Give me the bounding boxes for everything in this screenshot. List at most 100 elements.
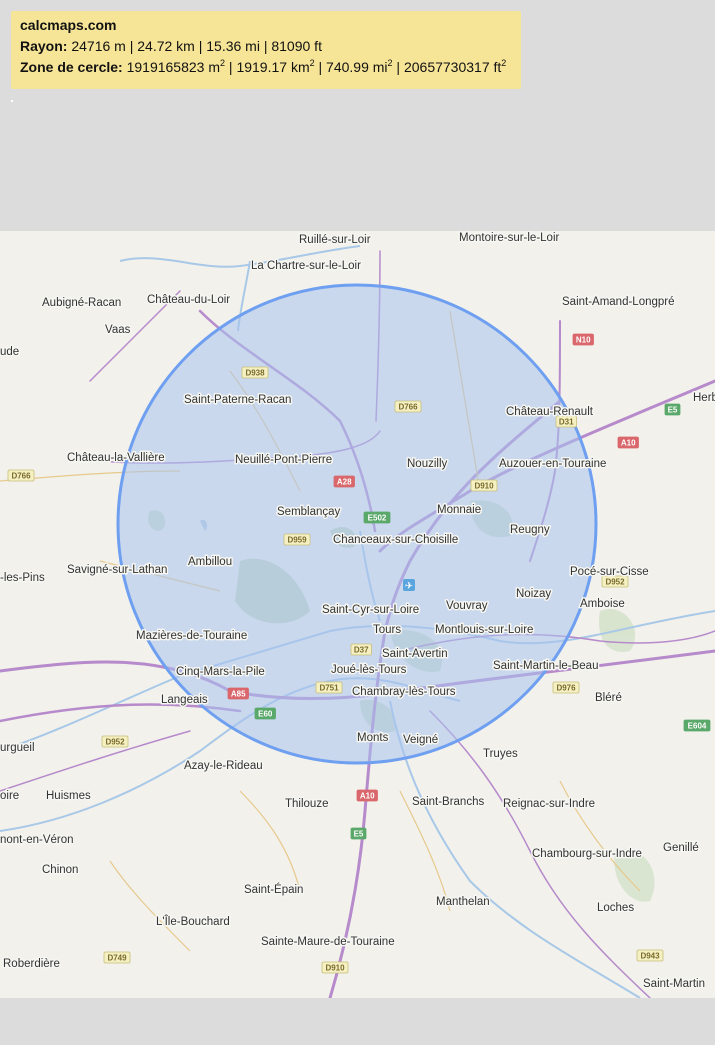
- road-badge-label: D952: [605, 578, 625, 587]
- town-label: L'Île-Bouchard: [156, 915, 230, 928]
- town-label: Manthelan: [436, 896, 490, 908]
- marker-dot: [11, 100, 13, 102]
- area-km2: | 1919.17 km: [225, 59, 310, 75]
- road-badge: D910: [470, 479, 498, 492]
- road-badge: D976: [552, 681, 580, 694]
- road-badge: E60: [254, 707, 276, 720]
- town-label: ude: [0, 346, 19, 358]
- town-label: Sainte-Maure-de-Touraine: [261, 936, 395, 948]
- town-label: Chinon: [42, 864, 78, 876]
- map-view[interactable]: ✈ D938 D766 N10 E5 D31 A10 D766 A28 D910 E502 D959…: [0, 231, 715, 998]
- town-label: Monnaie: [437, 504, 481, 516]
- road-badge-label: E604: [688, 722, 707, 731]
- road-badge: D938: [241, 366, 269, 379]
- site-name: calcmaps.com: [20, 17, 117, 33]
- road-badge: D766: [7, 469, 35, 482]
- town-label: Monts: [357, 732, 389, 744]
- road-badge: A10: [617, 436, 639, 449]
- radius-value: 24716 m | 24.72 km | 15.36 mi | 81090 ft: [67, 38, 322, 54]
- road-badge: N10: [572, 333, 594, 346]
- town-label: nont-en-Véron: [0, 834, 74, 846]
- road-badge-label: D938: [245, 369, 265, 378]
- town-label: Château-du-Loir: [147, 294, 230, 306]
- road-badge-label: A85: [231, 690, 246, 699]
- area-line: Zone de cercle: 1919165823 m 2 | 1919.17 …: [20, 57, 512, 78]
- info-panel: calcmaps.com Rayon: 24716 m | 24.72 km |…: [11, 11, 521, 89]
- svg-text:✈: ✈: [405, 581, 413, 592]
- road-badge: D37: [350, 643, 372, 656]
- town-label: Saint-Branchs: [412, 796, 484, 808]
- town-label: Montlouis-sur-Loire: [435, 624, 533, 636]
- road-badge-label: D751: [319, 684, 339, 693]
- road-badge: D751: [315, 681, 343, 694]
- town-label: Herb: [693, 392, 715, 404]
- area-ft2: | 20657730317 ft: [392, 59, 502, 75]
- road-badge-label: D952: [105, 738, 125, 747]
- town-label: Truyes: [483, 748, 518, 760]
- road-badge: A28: [333, 475, 355, 488]
- town-label: Saint-Épain: [244, 883, 303, 896]
- road-badge: D952: [101, 735, 129, 748]
- town-label: Chanceaux-sur-Choisille: [333, 534, 458, 546]
- town-label: Veigné: [403, 734, 438, 746]
- road-badge: D766: [394, 400, 422, 413]
- road-badge: D910: [321, 961, 349, 974]
- town-label: -les-Pins: [0, 572, 45, 584]
- road-badge-label: A10: [621, 439, 636, 448]
- road-badge: E502: [363, 511, 391, 524]
- road-badge-label: E60: [258, 710, 273, 719]
- town-label: Semblançay: [277, 506, 341, 518]
- road-badge-label: A10: [360, 792, 375, 801]
- town-label: Bléré: [595, 692, 622, 704]
- road-badge: A85: [227, 687, 249, 700]
- town-label: Château-la-Vallière: [67, 452, 165, 464]
- town-label: Noizay: [516, 588, 551, 600]
- town-label: Langeais: [161, 694, 208, 706]
- town-label: Saint-Amand-Longpré: [562, 296, 675, 308]
- area-label: Zone de cercle:: [20, 59, 123, 75]
- town-label: Amboise: [580, 598, 625, 610]
- road-badge-label: D766: [398, 403, 418, 412]
- town-label: Aubigné-Racan: [42, 297, 121, 309]
- town-label: Thilouze: [285, 798, 328, 810]
- town-label: Cinq-Mars-la-Pile: [176, 666, 265, 678]
- town-label: oire: [0, 790, 19, 802]
- town-label: Huismes: [46, 790, 91, 802]
- town-label: Saint-Paterne-Racan: [184, 394, 291, 406]
- town-label: Pocé-sur-Cisse: [570, 566, 649, 578]
- road-badge-label: E502: [368, 514, 387, 523]
- town-label: Vaas: [105, 324, 131, 336]
- town-label: Savigné-sur-Lathan: [67, 564, 167, 576]
- radius-line: Rayon: 24716 m | 24.72 km | 15.36 mi | 8…: [20, 36, 512, 57]
- road-badge-label: D910: [325, 964, 345, 973]
- road-badge: E5: [350, 827, 367, 840]
- town-label: Château-Renault: [506, 406, 594, 418]
- town-label: Reugny: [510, 524, 550, 536]
- map-canvas[interactable]: ✈ D938 D766 N10 E5 D31 A10 D766 A28 D910 E502 D959…: [0, 231, 715, 998]
- town-label: Saint-Cyr-sur-Loire: [322, 604, 419, 616]
- road-badge: E604: [683, 719, 711, 732]
- town-label: Nouzilly: [407, 458, 448, 470]
- town-label: Loches: [597, 902, 634, 914]
- town-label: Montoire-sur-le-Loir: [459, 232, 560, 244]
- area-m2: 1919165823 m: [122, 59, 221, 75]
- town-label: Ambillou: [188, 556, 232, 568]
- town-label: urgueil: [0, 742, 35, 754]
- airport-icon: ✈: [403, 579, 415, 592]
- road-badge: D959: [283, 533, 311, 546]
- road-badge: A10: [356, 789, 378, 802]
- town-label: Saint-Avertin: [382, 648, 448, 660]
- road-badge-label: E5: [354, 830, 364, 839]
- town-label: Genillé: [663, 842, 699, 854]
- town-label: Neuillé-Pont-Pierre: [235, 454, 332, 466]
- road-badge: D749: [103, 951, 131, 964]
- road-badge-label: A28: [337, 478, 352, 487]
- road-badge-label: D31: [559, 418, 574, 427]
- road-badge-label: D976: [556, 684, 576, 693]
- area-ft2-sup: 2: [501, 58, 507, 68]
- town-label: Mazières-de-Touraine: [136, 630, 247, 642]
- town-label: Azay-le-Rideau: [184, 760, 263, 772]
- road-badge-label: D910: [474, 482, 494, 491]
- road-badge-label: N10: [576, 336, 591, 345]
- road-badge: D943: [636, 949, 664, 962]
